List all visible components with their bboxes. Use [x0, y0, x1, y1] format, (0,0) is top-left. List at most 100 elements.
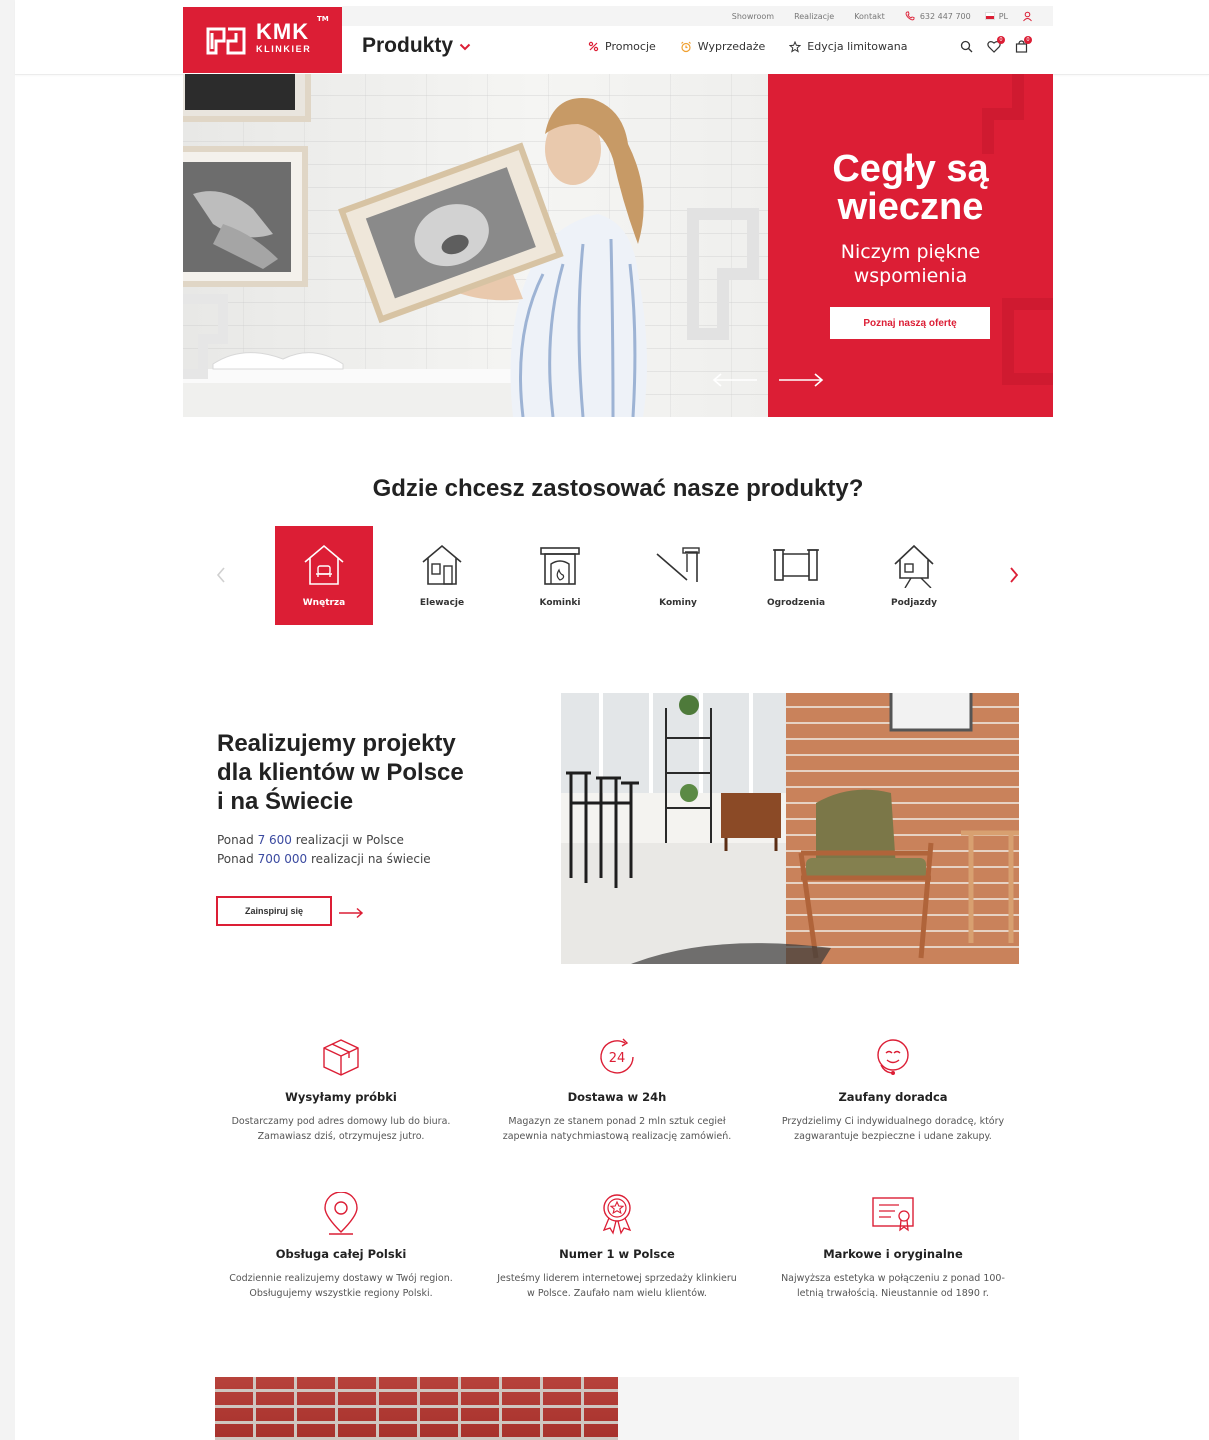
realizations-title-line3: i na Świecie: [217, 788, 354, 815]
feature-advisor: Zaufany doradca Przydzielimy Ci indywidu…: [773, 1034, 1013, 1144]
produkty-label: Produkty: [362, 34, 454, 57]
arrow-right-icon[interactable]: [338, 904, 364, 923]
stat-number: 7 600: [257, 833, 292, 847]
logo-kmk: KMK: [256, 19, 310, 44]
feature-samples: Wysyłamy próbki Dostarczamy pod adres do…: [221, 1034, 461, 1144]
phone-icon: [905, 11, 915, 21]
category-label: Kominki: [539, 598, 581, 608]
realizacje-link[interactable]: Realizacje: [794, 12, 834, 21]
page: Showroom Realizacje Kontakt 632 447 700 …: [0, 0, 1209, 1440]
main-nav: Promocje Wyprzedaże Edycja limitowana: [588, 40, 931, 53]
alarm-clock-icon: [680, 41, 692, 53]
category-podjazdy[interactable]: Podjazdy: [865, 526, 963, 625]
feature-nationwide: Obsługa całej Polski Codziennie realizuj…: [221, 1191, 461, 1301]
wishlist-count-badge: 0: [997, 36, 1005, 44]
stat-prefix: Ponad: [217, 833, 254, 847]
hero-slider-arrows: [711, 372, 825, 392]
category-label: Wnętrza: [302, 598, 346, 608]
fireplace-icon: [537, 540, 583, 590]
realizations-title-line1: Realizujemy projekty: [217, 730, 456, 757]
nav-promocje-label: Promocje: [605, 40, 656, 53]
percent-icon: [588, 41, 599, 52]
hero-promo-panel: Cegły są wieczne Niczym piękne wspomieni…: [712, 74, 1053, 417]
delivery-24h-icon: 24: [497, 1034, 737, 1080]
category-ogrodzenia[interactable]: Ogrodzenia: [747, 526, 845, 625]
kontakt-link[interactable]: Kontakt: [854, 12, 885, 21]
chevron-left-icon[interactable]: [215, 566, 227, 588]
hero-offer-button[interactable]: Poznaj naszą ofertę: [830, 307, 990, 339]
category-wnetrza[interactable]: Wnętrza: [275, 526, 373, 625]
category-label: Ogrodzenia: [766, 598, 826, 608]
interior-illustration: [561, 693, 1019, 964]
stat-prefix: Ponad: [217, 852, 254, 866]
hero-subtitle-line2: wspomienia: [853, 265, 968, 287]
arrow-right-icon[interactable]: [777, 372, 825, 392]
language-label: PL: [998, 11, 1008, 21]
fence-icon: [773, 540, 819, 590]
cart-bag-icon[interactable]: 0: [1015, 36, 1032, 53]
phone-number: 632 447 700: [919, 11, 971, 21]
brick-banner-image: [215, 1377, 618, 1440]
feature-title: Markowe i oryginalne: [823, 1247, 963, 1261]
feature-title: Obsługa całej Polski: [275, 1247, 407, 1261]
category-label: Podjazdy: [891, 598, 937, 608]
nav-edycja-label: Edycja limitowana: [807, 40, 908, 53]
nav-edycja-limitowana[interactable]: Edycja limitowana: [789, 40, 907, 53]
category-kominy[interactable]: Kominy: [629, 526, 727, 625]
feature-title: Wysyłamy próbki: [285, 1090, 397, 1104]
chimney-icon: [655, 540, 701, 590]
stat-poland: Ponad 7 600 realizacji w Polsce: [217, 831, 431, 850]
feature-title: Dostawa w 24h: [567, 1090, 667, 1104]
nav-promocje[interactable]: Promocje: [588, 40, 656, 53]
arrow-left-icon[interactable]: [711, 372, 759, 392]
star-icon: [789, 40, 802, 53]
hero-photo: [183, 74, 768, 417]
feature-title: Zaufany doradca: [838, 1090, 948, 1104]
feature-delivery: 24 Dostawa w 24h Magazyn ze stanem ponad…: [497, 1034, 737, 1144]
house-interior-icon: [301, 540, 347, 590]
wishlist-heart-icon[interactable]: 0: [987, 36, 1005, 53]
house-facade-icon: [419, 540, 465, 590]
feature-description: Najwyższa estetyka w połączeniu z ponad …: [781, 1273, 1005, 1299]
delivery-badge-text: 24: [609, 1051, 626, 1066]
realizations-title-line2: dla klientów w Polsce: [217, 759, 464, 786]
feature-description: Codziennie realizujemy dostawy w Twój re…: [229, 1273, 453, 1299]
utility-links: Showroom Realizacje Kontakt 632 447 700 …: [712, 6, 1033, 26]
stat-suffix: realizacji na świecie: [311, 852, 431, 866]
chevron-down-icon: [459, 43, 471, 51]
category-label: Kominy: [659, 598, 697, 608]
award-badge-icon: [497, 1191, 737, 1237]
categories-title: Gdzie chcesz zastosować nasze produkty?: [372, 475, 864, 502]
category-label: Elewacje: [419, 598, 465, 608]
top-utility-bar: Showroom Realizacje Kontakt 632 447 700 …: [342, 6, 1053, 26]
hero-title: Cegły są wieczne: [768, 150, 1053, 226]
phone-link[interactable]: 632 447 700: [905, 11, 971, 21]
search-icon[interactable]: [960, 40, 973, 53]
nav-wyprzedaze[interactable]: Wyprzedaże: [680, 40, 765, 53]
hero-title-line1: Cegły są: [832, 148, 989, 190]
stat-suffix: realizacji w Polsce: [295, 833, 404, 847]
box-icon: [221, 1034, 461, 1080]
produkty-menu[interactable]: Produkty: [362, 34, 471, 58]
language-switcher[interactable]: PL: [984, 11, 1008, 21]
chevron-right-icon[interactable]: [1008, 566, 1020, 588]
logo-klinkier: KLINKIER: [256, 44, 312, 54]
driveway-icon: [891, 540, 937, 590]
poland-flag-icon: [984, 12, 995, 20]
header-icons: 0 0: [960, 36, 1032, 53]
advisor-headset-icon: [773, 1034, 1013, 1080]
kmk-logo[interactable]: KMK KLINKIER TM: [183, 7, 342, 73]
realizations-title: Realizujemy projekty dla klientów w Pols…: [217, 729, 517, 816]
category-elewacje[interactable]: Elewacje: [393, 526, 491, 625]
cart-count-badge: 0: [1024, 36, 1032, 44]
hero-illustration: [183, 74, 759, 417]
inspire-button[interactable]: Zainspiruj się: [216, 896, 332, 926]
certificate-icon: [773, 1191, 1013, 1237]
realization-photo: [561, 693, 1019, 964]
realizations-stats: Ponad 7 600 realizacji w Polsce Ponad 70…: [217, 831, 431, 869]
feature-description: Przydzielimy Ci indywidualnego doradcę, …: [781, 1116, 1005, 1142]
account-icon[interactable]: [1022, 11, 1033, 22]
feature-description: Jesteśmy liderem internetowej sprzedaży …: [497, 1273, 737, 1299]
showroom-link[interactable]: Showroom: [732, 12, 774, 21]
category-kominki[interactable]: Kominki: [511, 526, 609, 625]
